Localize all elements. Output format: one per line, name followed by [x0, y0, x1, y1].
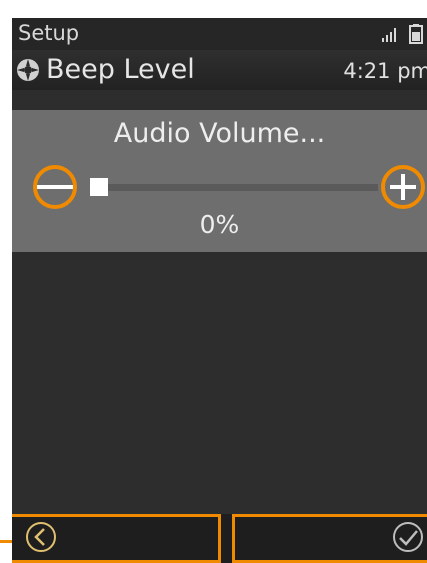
softkey-bar: [12, 514, 427, 563]
plus-icon: [381, 165, 425, 209]
volume-decrease-button[interactable]: [32, 164, 78, 210]
screen-title: Beep Level: [46, 54, 195, 85]
volume-value: 0%: [199, 210, 240, 239]
minus-icon: [33, 165, 77, 209]
status-bar: Setup: [12, 18, 427, 50]
volume-slider-thumb[interactable]: [90, 178, 108, 196]
app-title: Setup: [18, 21, 80, 45]
title-bar: Beep Level 4:21 pm: [12, 50, 427, 90]
volume-label: Audio Volume...: [113, 118, 326, 149]
volume-increase-button[interactable]: [380, 164, 426, 210]
volume-slider-track[interactable]: [92, 184, 378, 191]
battery-icon: [409, 24, 423, 44]
volume-panel: Audio Volume... 0%: [12, 110, 427, 252]
chevron-left-icon: [26, 522, 56, 552]
checkmark-icon: [393, 522, 423, 552]
ok-softkey[interactable]: [232, 514, 427, 563]
device-screen: Setup Beep Level 4:21 pm Audio Volume...: [12, 18, 427, 563]
signal-bars-icon: [382, 28, 396, 42]
back-softkey[interactable]: [12, 514, 221, 563]
clock: 4:21 pm: [343, 59, 427, 83]
settings-icon: [17, 59, 39, 81]
